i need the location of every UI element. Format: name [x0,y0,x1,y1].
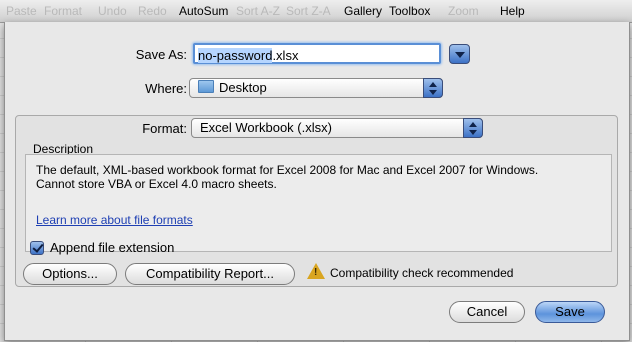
toolbar-undo[interactable]: Undo [98,4,127,18]
toolbar-format[interactable]: Format [44,4,82,18]
description-line: Cannot store VBA or Excel 4.0 macro shee… [36,177,277,191]
save-dialog: Save As: no-password.xlsx Where: Desktop… [4,22,630,341]
popup-arrows-icon [423,78,443,98]
filename-selected-text: no-password [198,48,273,63]
toolbar-autosum[interactable]: AutoSum [179,4,228,18]
format-label: Format: [142,121,187,136]
learn-more-link[interactable]: Learn more about file formats [36,213,193,227]
toolbar-gallery[interactable]: Gallery [344,4,382,18]
format-value: Excel Workbook (.xlsx) [200,120,332,135]
toolbar-toolbox[interactable]: Toolbox [389,4,430,18]
expand-browser-button[interactable] [449,44,470,64]
toolbar-zoom[interactable]: Zoom [448,4,479,18]
save-button[interactable]: Save [535,301,605,323]
save-as-field[interactable]: no-password.xlsx [193,43,441,64]
warning-icon-mark: ! [314,267,318,278]
compatibility-report-button[interactable]: Compatibility Report... [125,263,295,285]
compatibility-warning-text: Compatibility check recommended [330,266,514,280]
options-button[interactable]: Options... [23,263,117,285]
toolbar-paste[interactable]: Paste [6,4,37,18]
cancel-button[interactable]: Cancel [449,301,525,323]
toolbar-sort-az[interactable]: Sort A-Z [236,4,280,18]
toolbar-sort-za[interactable]: Sort Z-A [286,4,331,18]
description-text: The default, XML-based workbook format f… [36,163,606,191]
popup-arrows-icon [463,118,483,138]
append-extension-label[interactable]: Append file extension [50,240,174,255]
append-extension-checkbox[interactable] [30,241,44,255]
where-value: Desktop [219,80,267,95]
format-popup[interactable]: Excel Workbook (.xlsx) [191,118,483,138]
description-line: The default, XML-based workbook format f… [36,163,539,177]
app-toolbar: Paste Format Undo Redo AutoSum Sort A-Z … [0,0,632,23]
toolbar-help[interactable]: Help [500,4,525,18]
description-box: The default, XML-based workbook format f… [25,154,612,252]
folder-icon [198,80,214,93]
filename-extension-text: .xlsx [272,48,299,63]
save-as-label: Save As: [135,47,187,62]
toolbar-redo[interactable]: Redo [138,4,167,18]
where-popup[interactable]: Desktop [189,78,443,98]
where-label: Where: [145,81,187,96]
